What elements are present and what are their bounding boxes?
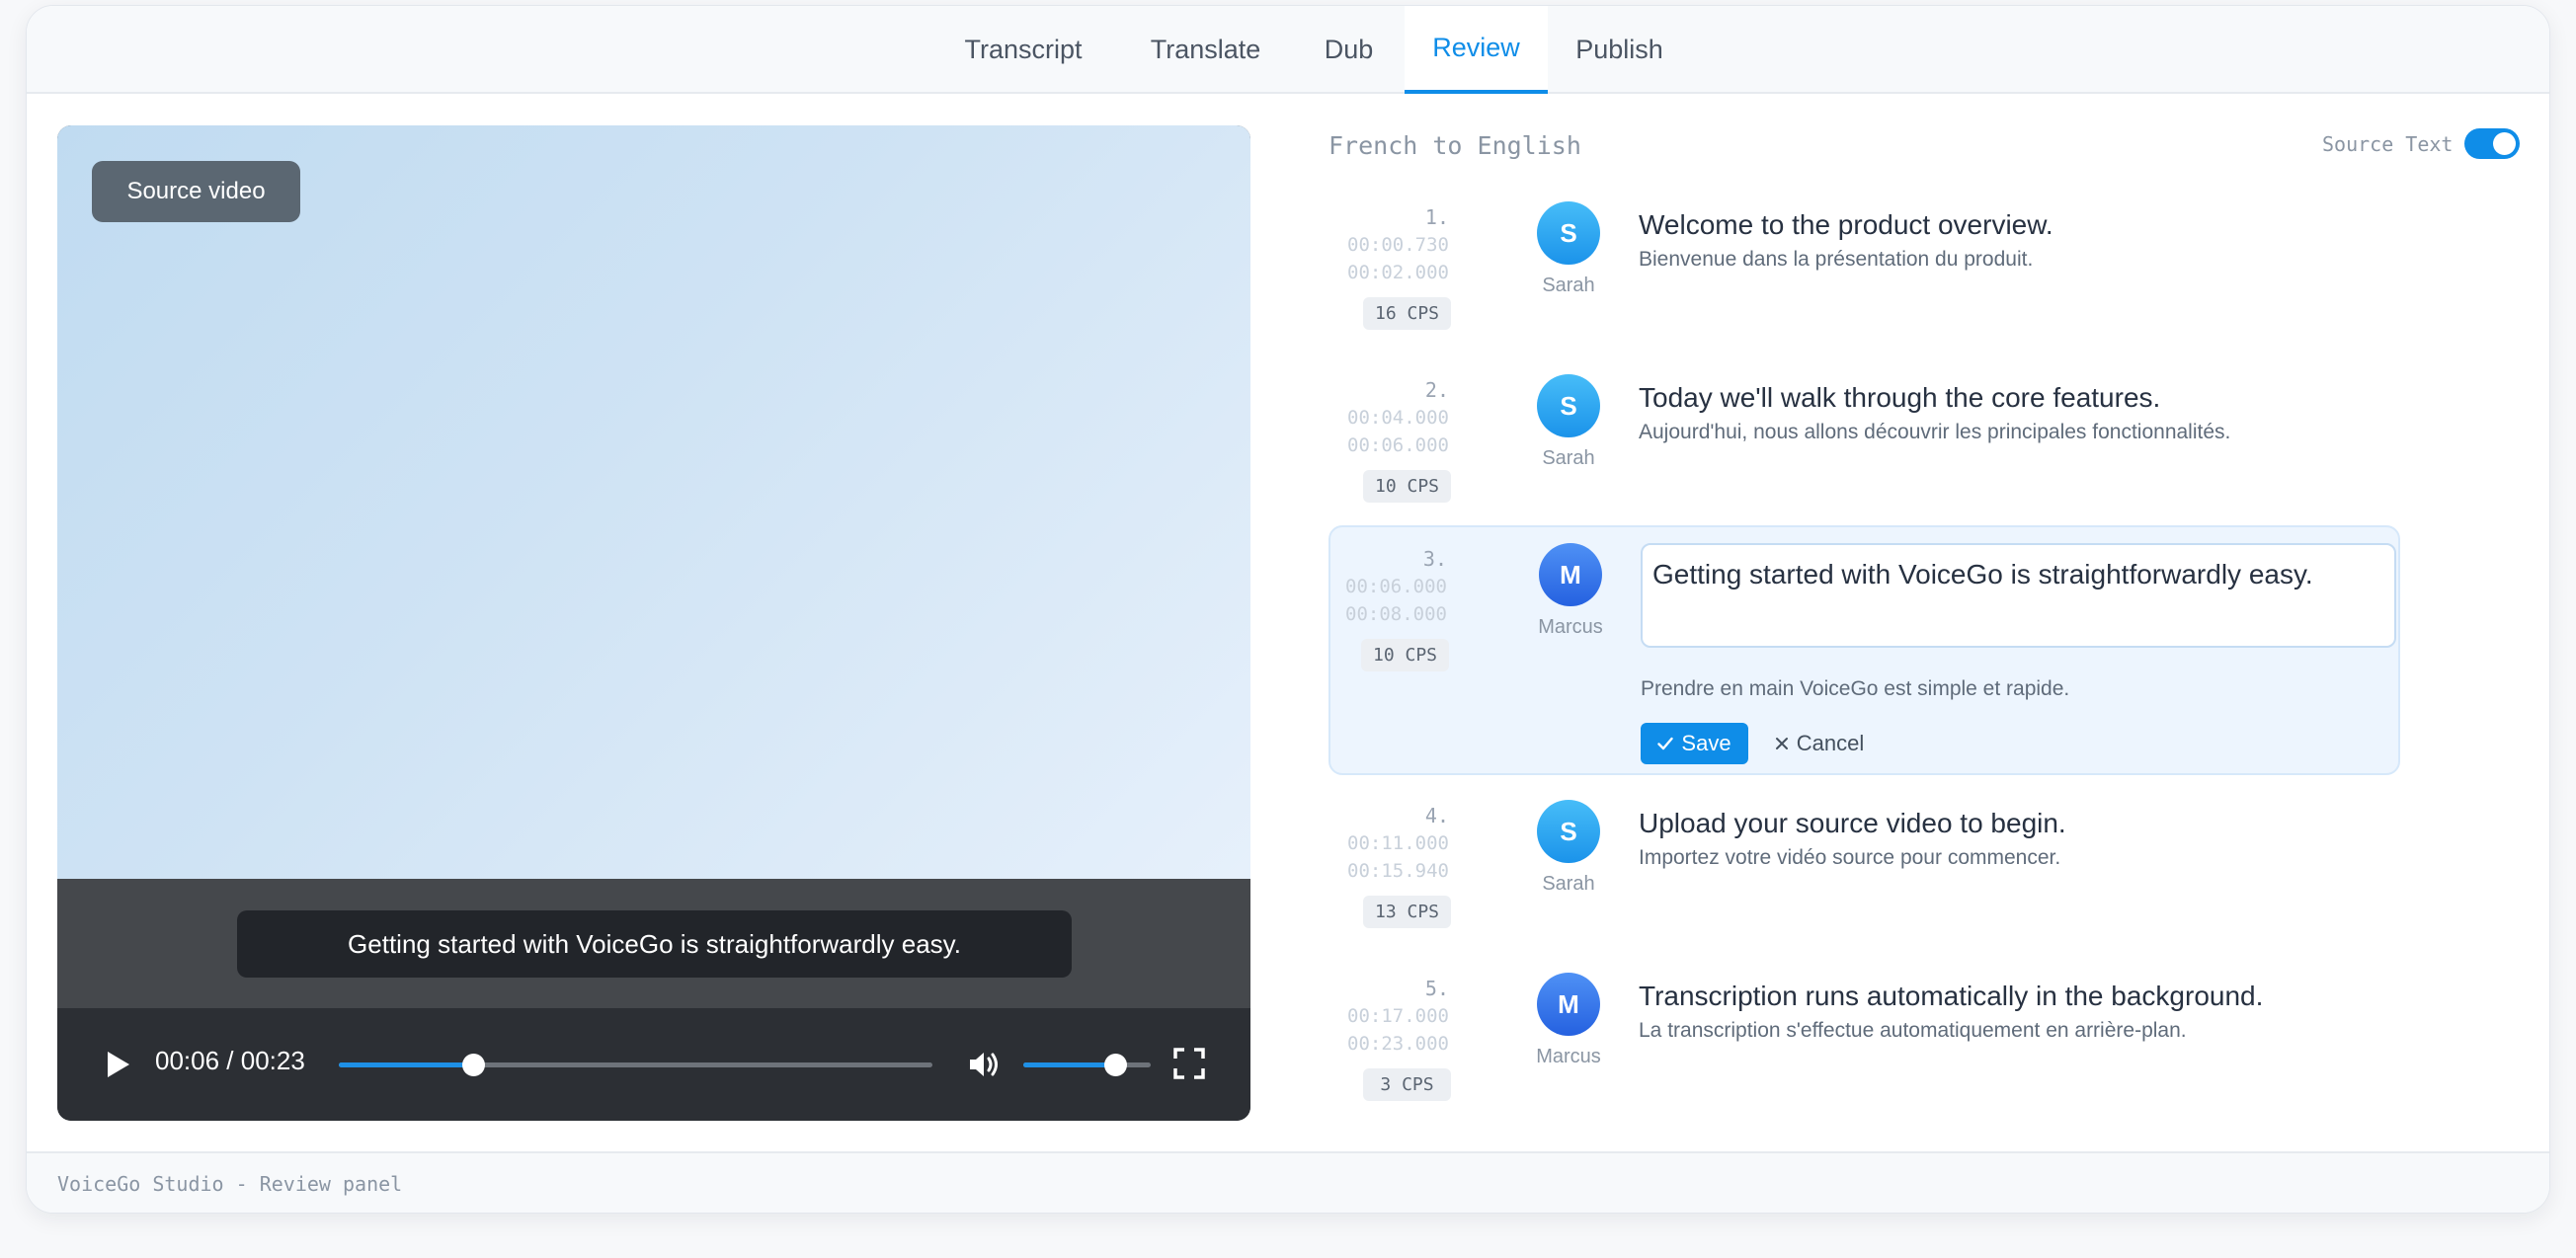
segment-source-text: Aujourd'hui, nous allons découvrir les p… <box>1639 421 2231 443</box>
source-video-badge: Source video <box>92 161 300 222</box>
speaker-name: Sarah <box>1542 275 1595 296</box>
segment-source-text: Importez votre vidéo source pour commenc… <box>1639 846 2061 869</box>
segment-source-text: La transcription s'effectue automatiquem… <box>1639 1019 2187 1042</box>
video-player: Source video Getting started with VoiceG… <box>57 125 1250 1121</box>
volume-fill <box>1023 1062 1115 1067</box>
subtitle-overlay: Getting started with VoiceGo is straight… <box>237 910 1072 978</box>
footer: VoiceGo Studio - Review panel <box>27 1151 2549 1213</box>
segment-row-editing[interactable]: 3. 00:06.000 00:08.000 10 CPS M Marcus P… <box>1328 525 2400 775</box>
cps-badge: 3 CPS <box>1363 1068 1451 1101</box>
segment-end-time: 00:08.000 <box>1345 603 1447 625</box>
video-frame[interactable]: Source video <box>57 125 1250 879</box>
tab-review[interactable]: Review <box>1405 6 1548 94</box>
segment-end-time: 00:15.940 <box>1347 860 1449 882</box>
segment-source-text: Bienvenue dans la présentation du produi… <box>1639 248 2034 271</box>
segment-number: 3. <box>1422 547 1447 571</box>
speaker-name: Marcus <box>1538 616 1603 638</box>
cps-badge: 10 CPS <box>1361 639 1449 671</box>
avatar: M <box>1537 973 1600 1036</box>
avatar: S <box>1537 201 1600 265</box>
segment-number: 2. <box>1424 378 1449 402</box>
volume-slider[interactable] <box>1023 1054 1151 1076</box>
tab-publish[interactable]: Publish <box>1548 6 1691 94</box>
speaker-name: Marcus <box>1536 1046 1601 1067</box>
avatar: M <box>1539 543 1602 606</box>
tab-dub[interactable]: Dub <box>1293 6 1405 94</box>
segment-end-time: 00:02.000 <box>1347 262 1449 283</box>
time-readout: 00:06 / 00:23 <box>155 1046 305 1075</box>
tab-transcript[interactable]: Transcript <box>928 6 1118 94</box>
segment-number: 4. <box>1424 804 1449 827</box>
segment-start-time: 00:11.000 <box>1347 832 1449 854</box>
segment-translation[interactable]: Today we'll walk through the core featur… <box>1639 382 2160 414</box>
player-controls: 00:06 / 00:23 <box>57 1008 1250 1121</box>
segment-row[interactable]: 1. 00:00.730 00:02.000 16 CPS S Sarah We… <box>1328 194 2400 352</box>
source-text-toggle[interactable] <box>2464 128 2520 159</box>
tab-bar: Transcript Translate Dub Review Publish <box>27 6 2549 94</box>
play-icon[interactable] <box>104 1050 131 1079</box>
segment-end-time: 00:23.000 <box>1347 1033 1449 1055</box>
language-pair-title: French to English <box>1328 131 1581 160</box>
toggle-knob <box>2493 132 2516 155</box>
avatar: S <box>1537 374 1600 437</box>
cps-badge: 16 CPS <box>1363 297 1451 330</box>
translation-edit-input[interactable] <box>1641 543 2396 648</box>
save-button[interactable]: Save <box>1641 723 1748 764</box>
progress-bar[interactable] <box>339 1054 932 1076</box>
volume-icon[interactable] <box>968 1050 1002 1079</box>
segment-source-text: Prendre en main VoiceGo est simple et ra… <box>1641 677 2070 700</box>
speaker-name: Sarah <box>1542 447 1595 469</box>
segment-number: 1. <box>1424 205 1449 229</box>
segment-row[interactable]: 2. 00:04.000 00:06.000 10 CPS S Sarah To… <box>1328 366 2400 524</box>
segment-translation[interactable]: Upload your source video to begin. <box>1639 808 2066 839</box>
segment-start-time: 00:00.730 <box>1347 234 1449 256</box>
tab-translate[interactable]: Translate <box>1118 6 1293 94</box>
segment-row[interactable]: 4. 00:11.000 00:15.940 13 CPS S Sarah Up… <box>1328 793 2400 951</box>
check-icon <box>1657 737 1674 750</box>
segment-start-time: 00:06.000 <box>1345 576 1447 597</box>
segment-translation[interactable]: Welcome to the product overview. <box>1639 209 2053 241</box>
progress-handle[interactable] <box>461 1054 485 1076</box>
footer-text: VoiceGo Studio - Review panel <box>57 1172 403 1196</box>
subtitle-area: Getting started with VoiceGo is straight… <box>57 879 1250 1008</box>
segment-translation[interactable]: Transcription runs automatically in the … <box>1639 981 2263 1012</box>
cancel-button[interactable]: Cancel <box>1765 723 1874 764</box>
segment-row[interactable]: 5. 00:17.000 00:23.000 3 CPS M Marcus Tr… <box>1328 966 2400 1124</box>
fullscreen-icon[interactable] <box>1173 1048 1205 1079</box>
speaker-name: Sarah <box>1542 873 1595 895</box>
segment-number: 5. <box>1424 977 1449 1000</box>
cps-badge: 10 CPS <box>1363 470 1451 503</box>
avatar: S <box>1537 800 1600 863</box>
segment-end-time: 00:06.000 <box>1347 434 1449 456</box>
source-text-toggle-label: Source Text <box>2322 132 2454 156</box>
volume-handle[interactable] <box>1103 1054 1127 1076</box>
app-window: Transcript Translate Dub Review Publish … <box>26 5 2550 1214</box>
cancel-button-label: Cancel <box>1796 731 1865 755</box>
segment-start-time: 00:04.000 <box>1347 407 1449 429</box>
segment-start-time: 00:17.000 <box>1347 1005 1449 1027</box>
cps-badge: 13 CPS <box>1363 896 1451 928</box>
close-icon <box>1775 738 1788 749</box>
save-button-label: Save <box>1681 731 1731 755</box>
progress-fill <box>339 1062 473 1067</box>
